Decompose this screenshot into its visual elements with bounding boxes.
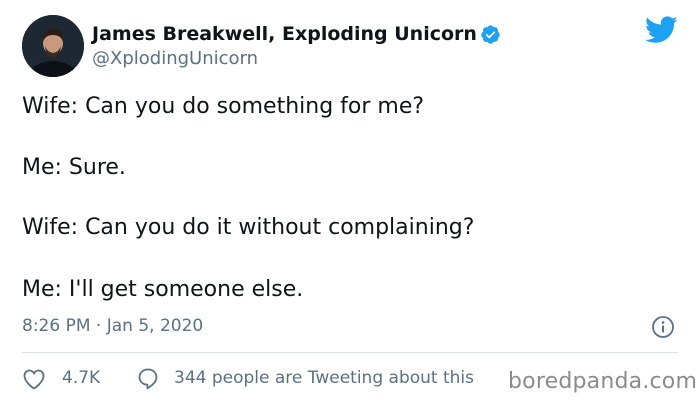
heart-icon[interactable]	[22, 368, 46, 390]
avatar-photo	[22, 15, 84, 77]
tweet-text-line-2: Me: Sure.	[22, 155, 126, 180]
twitter-bird-icon[interactable]	[645, 16, 678, 44]
reply-summary[interactable]: 344 people are Tweeting about this	[174, 366, 474, 390]
tweet-card: James Breakwell, Exploding Unicorn @Xplo…	[0, 0, 700, 406]
tweet-text-line-4: Me: I'll get someone else.	[22, 277, 304, 302]
info-icon[interactable]	[651, 315, 675, 339]
divider	[22, 352, 678, 353]
like-count[interactable]: 4.7K	[62, 366, 100, 390]
avatar[interactable]	[22, 15, 84, 77]
reply-bubble-icon[interactable]	[136, 366, 160, 390]
tweet-text-line-1: Wife: Can you do something for me?	[22, 94, 425, 119]
author-display-name[interactable]: James Breakwell, Exploding Unicorn	[92, 22, 477, 46]
tweet-timestamp[interactable]: 8:26 PM · Jan 5, 2020	[22, 315, 203, 337]
verified-badge-icon	[481, 25, 500, 44]
author-handle[interactable]: @XplodingUnicorn	[92, 48, 258, 70]
tweet-text-line-3: Wife: Can you do it without complaining?	[22, 215, 475, 240]
watermark: boredpanda.com	[508, 369, 698, 394]
